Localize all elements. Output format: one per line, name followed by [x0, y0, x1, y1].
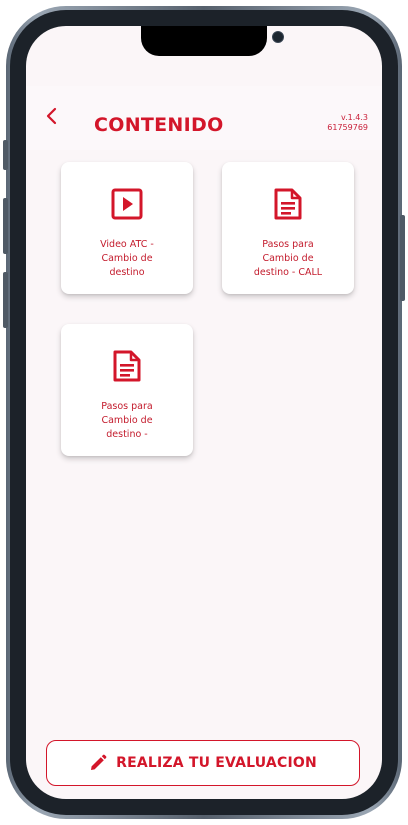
content-card-video[interactable]: Video ATC - Cambio de destino: [61, 162, 193, 294]
card-label: Video ATC - Cambio de destino: [100, 239, 154, 278]
phone-mockup: CONTENIDO v.1.4.3 61759769 Video ATC - C…: [0, 0, 408, 825]
card-label: Pasos para Cambio de destino -: [101, 401, 153, 440]
content-card-document[interactable]: Pasos para Cambio de destino - CALL: [222, 162, 354, 294]
evaluation-button-label: REALIZA TU EVALUACION: [116, 755, 317, 771]
card-label: Pasos para Cambio de destino - CALL: [253, 239, 323, 278]
document-icon: [274, 188, 302, 220]
evaluation-button-content: REALIZA TU EVALUACION: [47, 741, 359, 785]
evaluation-button[interactable]: REALIZA TU EVALUACION: [46, 740, 360, 786]
mute-switch: [3, 140, 8, 170]
version-info: v.1.4.3 61759769: [327, 113, 368, 133]
version-number: v.1.4.3: [340, 113, 368, 122]
chevron-left-icon: [46, 107, 57, 125]
play-video-icon: [111, 188, 143, 220]
volume-up-button: [3, 198, 8, 254]
front-camera: [272, 31, 284, 43]
volume-down-button: [3, 272, 8, 328]
app-screen: CONTENIDO v.1.4.3 61759769 Video ATC - C…: [26, 26, 382, 799]
back-button[interactable]: [40, 104, 64, 128]
user-id: 61759769: [327, 123, 368, 132]
notch: [141, 26, 284, 56]
app-header: CONTENIDO v.1.4.3 61759769: [26, 86, 382, 150]
page-title: CONTENIDO: [94, 114, 224, 136]
pencil-icon: [91, 754, 107, 770]
document-icon: [113, 350, 141, 382]
content-card-document[interactable]: Pasos para Cambio de destino -: [61, 324, 193, 456]
power-button: [400, 215, 405, 301]
